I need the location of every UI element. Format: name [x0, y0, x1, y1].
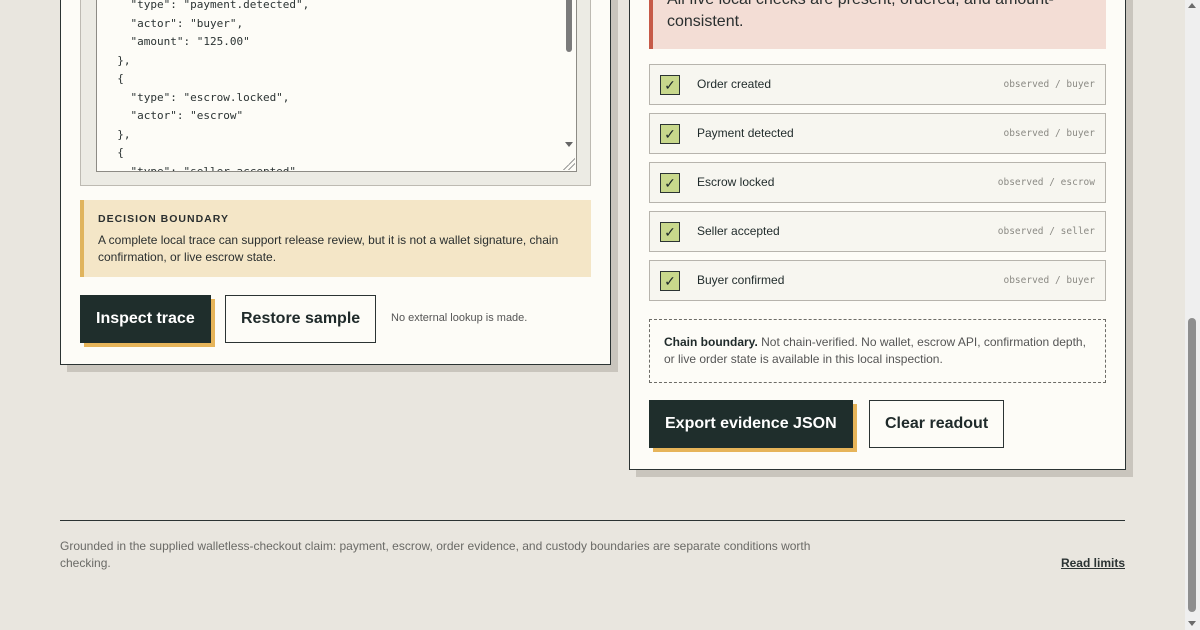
check-label: Escrow locked — [697, 175, 775, 189]
no-lookup-note: No external lookup is made. — [391, 312, 528, 324]
check-meta: observed / buyer — [1003, 275, 1095, 286]
decision-boundary-text: A complete local trace can support relea… — [98, 233, 559, 264]
inspect-trace-button[interactable]: Inspect trace — [80, 295, 211, 343]
check-icon: ✓ — [660, 75, 680, 95]
scroll-up-icon[interactable] — [1188, 3, 1196, 8]
check-item-escrow-locked: ✓ Escrow locked observed / escrow — [649, 162, 1106, 203]
decision-boundary-note: DECISION BOUNDARY A complete local trace… — [80, 200, 591, 277]
textarea-scrollbar-thumb[interactable] — [566, 0, 572, 52]
check-label: Buyer confirmed — [697, 273, 785, 287]
read-limits-link[interactable]: Read limits — [1061, 556, 1125, 570]
check-label: Payment detected — [697, 126, 794, 140]
page-scrollbar-thumb[interactable] — [1188, 318, 1196, 612]
footer-divider — [60, 520, 1125, 521]
readout-panel: All five local checks are present, order… — [629, 0, 1126, 470]
trace-panel: "type": "payment.detected", "actor": "bu… — [60, 0, 611, 365]
check-meta: observed / seller — [997, 226, 1095, 237]
trace-json-textarea[interactable]: "type": "payment.detected", "actor": "bu… — [96, 0, 577, 172]
trace-json-content: "type": "payment.detected", "actor": "bu… — [117, 0, 310, 172]
scroll-down-icon[interactable] — [1188, 621, 1196, 626]
clear-readout-button[interactable]: Clear readout — [869, 400, 1005, 448]
check-icon: ✓ — [660, 222, 680, 242]
check-meta: observed / escrow — [997, 177, 1095, 188]
chain-boundary-title: Chain boundary. — [664, 335, 758, 349]
verdict-banner: All five local checks are present, order… — [649, 0, 1106, 49]
check-icon: ✓ — [660, 173, 680, 193]
trace-editor-frame: "type": "payment.detected", "actor": "bu… — [80, 0, 591, 186]
decision-boundary-title: DECISION BOUNDARY — [98, 213, 229, 225]
check-icon: ✓ — [660, 271, 680, 291]
check-item-buyer-confirmed: ✓ Buyer confirmed observed / buyer — [649, 260, 1106, 301]
check-list: ✓ Order created observed / buyer ✓ Payme… — [649, 64, 1106, 309]
check-label: Seller accepted — [697, 224, 780, 238]
footer-text: Grounded in the supplied walletless-chec… — [60, 539, 811, 570]
check-icon: ✓ — [660, 124, 680, 144]
page-scrollbar[interactable] — [1185, 0, 1200, 630]
textarea-scroll-down-icon[interactable] — [565, 142, 573, 147]
verdict-text: All five local checks are present, order… — [667, 0, 1054, 30]
check-meta: observed / buyer — [1003, 79, 1095, 90]
check-meta: observed / buyer — [1003, 128, 1095, 139]
chain-boundary-note: Chain boundary. Not chain-verified. No w… — [649, 319, 1106, 383]
check-label: Order created — [697, 77, 772, 91]
textarea-resize-handle-icon[interactable] — [563, 158, 575, 170]
check-item-payment-detected: ✓ Payment detected observed / buyer — [649, 113, 1106, 154]
check-item-seller-accepted: ✓ Seller accepted observed / seller — [649, 211, 1106, 252]
restore-sample-button[interactable]: Restore sample — [225, 295, 377, 343]
check-item-order-created: ✓ Order created observed / buyer — [649, 64, 1106, 105]
export-evidence-button[interactable]: Export evidence JSON — [649, 400, 853, 448]
